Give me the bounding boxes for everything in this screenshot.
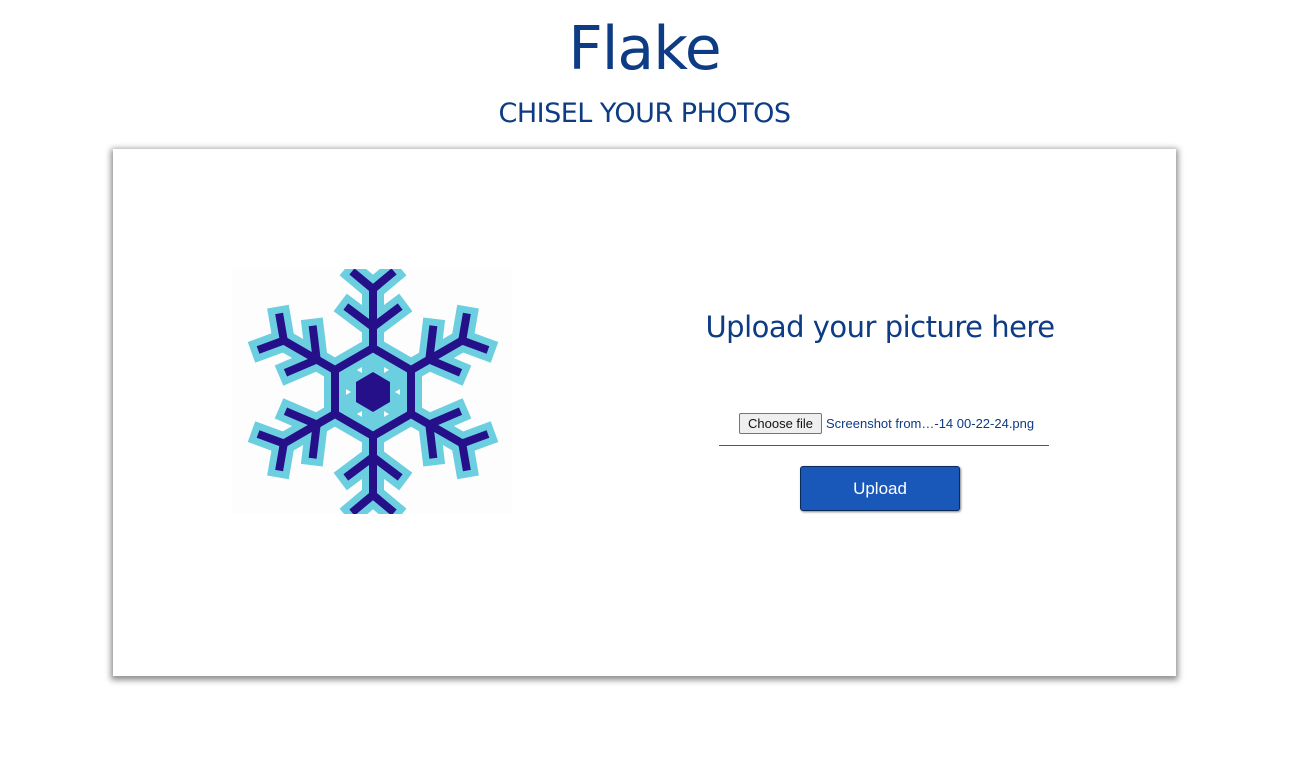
upload-heading: Upload your picture here bbox=[705, 310, 1055, 344]
app-title: Flake bbox=[568, 14, 721, 84]
file-input[interactable]: Choose file Screenshot from…-14 00-22-24… bbox=[719, 412, 1049, 446]
snowflake-icon bbox=[232, 269, 512, 514]
choose-file-button[interactable]: Choose file bbox=[739, 413, 823, 434]
upload-button[interactable]: Upload bbox=[800, 466, 960, 511]
logo-image bbox=[232, 269, 512, 514]
selected-file-name: Screenshot from…-14 00-22-24.png bbox=[826, 416, 1035, 431]
main-card: Upload your picture here Choose file Scr… bbox=[113, 149, 1176, 676]
app-subtitle: CHISEL YOUR PHOTOS bbox=[498, 98, 791, 129]
